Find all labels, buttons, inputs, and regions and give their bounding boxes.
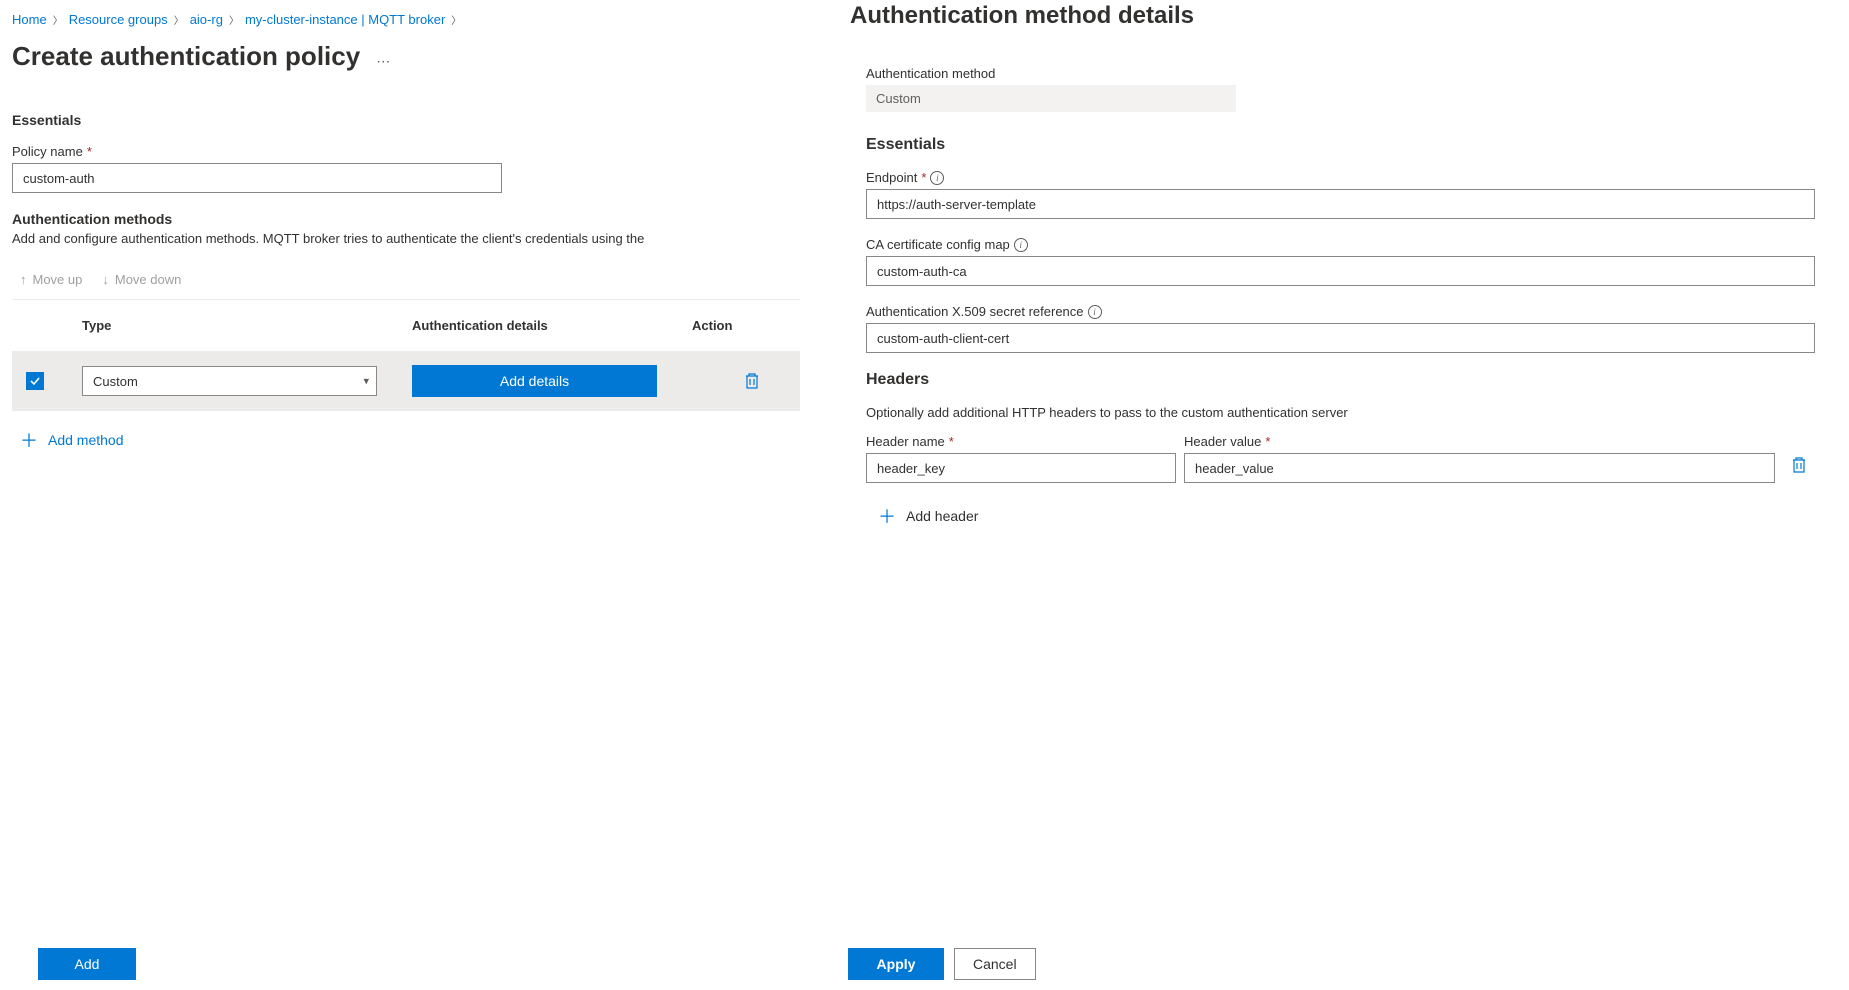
breadcrumb-aio-rg[interactable]: aio-rg: [190, 12, 223, 27]
table-row: ▾ Add details: [12, 351, 800, 411]
chevron-right-icon: 〉: [174, 12, 184, 27]
headers-heading: Headers: [866, 371, 1815, 389]
page-title: Create authentication policy: [12, 41, 360, 72]
auth-method-label: Authentication method: [866, 66, 1815, 81]
plus-icon: ＋: [878, 503, 896, 529]
auth-methods-heading: Authentication methods: [12, 211, 800, 227]
panel-essentials-heading: Essentials: [866, 136, 1815, 154]
move-down-button[interactable]: ↓ Move down: [102, 272, 181, 287]
ca-config-input[interactable]: [866, 256, 1815, 286]
endpoint-input[interactable]: [866, 189, 1815, 219]
cancel-button[interactable]: Cancel: [954, 948, 1036, 980]
col-action: Action: [692, 318, 812, 333]
arrow-down-icon: ↓: [102, 272, 109, 287]
chevron-right-icon: 〉: [53, 12, 63, 27]
add-header-button[interactable]: ＋ Add header: [866, 493, 1815, 529]
type-select[interactable]: [82, 366, 377, 396]
header-value-label: Header value*: [1184, 434, 1775, 449]
header-name-label: Header name*: [866, 434, 1176, 449]
apply-button[interactable]: Apply: [848, 948, 944, 980]
plus-icon: ＋: [20, 427, 38, 453]
table-header: Type Authentication details Action: [12, 300, 800, 351]
header-name-input[interactable]: [866, 453, 1176, 483]
ca-label: CA certificate config map i: [866, 237, 1815, 252]
policy-name-input[interactable]: [12, 163, 502, 193]
header-value-input[interactable]: [1184, 453, 1775, 483]
info-icon[interactable]: i: [1088, 305, 1102, 319]
col-type: Type: [82, 318, 412, 333]
panel-title: Authentication method details: [850, 2, 1819, 30]
arrow-up-icon: ↑: [20, 272, 27, 287]
headers-desc: Optionally add additional HTTP headers t…: [866, 405, 1815, 420]
x509-secret-input[interactable]: [866, 323, 1815, 353]
auth-method-value: Custom: [866, 85, 1236, 112]
essentials-heading: Essentials: [12, 112, 800, 128]
x509-label: Authentication X.509 secret reference i: [866, 304, 1815, 319]
add-method-button[interactable]: ＋ Add method: [12, 411, 800, 453]
breadcrumb: Home 〉 Resource groups 〉 aio-rg 〉 my-clu…: [12, 12, 800, 27]
add-details-button[interactable]: Add details: [412, 365, 657, 397]
delete-header-button[interactable]: [1783, 456, 1815, 474]
row-checkbox[interactable]: [26, 372, 44, 390]
breadcrumb-cluster[interactable]: my-cluster-instance | MQTT broker: [245, 12, 445, 27]
info-icon[interactable]: i: [930, 171, 944, 185]
details-panel: Authentication method details Authentica…: [820, 0, 1849, 990]
breadcrumb-home[interactable]: Home: [12, 12, 47, 27]
delete-row-button[interactable]: [692, 372, 812, 390]
policy-name-label: Policy name*: [12, 144, 800, 159]
check-icon: [29, 375, 41, 387]
move-up-button[interactable]: ↑ Move up: [20, 272, 82, 287]
chevron-right-icon: 〉: [451, 12, 461, 27]
endpoint-label: Endpoint* i: [866, 170, 1815, 185]
main-form: Home 〉 Resource groups 〉 aio-rg 〉 my-clu…: [0, 0, 820, 990]
auth-methods-desc: Add and configure authentication methods…: [12, 231, 800, 246]
col-details: Authentication details: [412, 318, 692, 333]
auth-methods-table: Type Authentication details Action ▾ Add…: [12, 300, 800, 411]
info-icon[interactable]: i: [1014, 238, 1028, 252]
more-options-icon[interactable]: ⋯: [376, 43, 390, 70]
breadcrumb-resource-groups[interactable]: Resource groups: [69, 12, 168, 27]
add-button[interactable]: Add: [38, 948, 136, 980]
chevron-right-icon: 〉: [229, 12, 239, 27]
trash-icon: [1791, 456, 1807, 474]
trash-icon: [744, 372, 760, 390]
